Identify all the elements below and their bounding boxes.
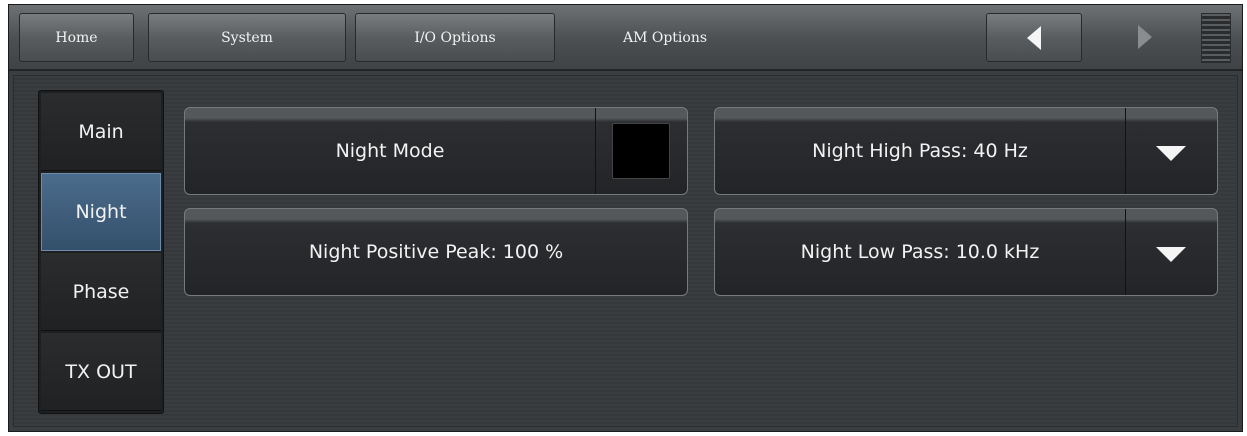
sidebar: Main Night Phase TX OUT <box>38 90 164 414</box>
sidebar-item-night[interactable]: Night <box>41 173 161 251</box>
night-low-pass-dropdown[interactable]: Night Low Pass: 10.0 kHz <box>714 208 1218 296</box>
sidebar-item-main[interactable]: Main <box>41 93 161 171</box>
sidebar-item-tx-out[interactable]: TX OUT <box>41 333 161 411</box>
divider <box>595 108 596 194</box>
tab-home[interactable]: Home <box>19 13 134 62</box>
night-mode-toggle[interactable]: Night Mode <box>184 107 688 195</box>
night-low-pass-label: Night Low Pass: 10.0 kHz <box>800 241 1040 263</box>
divider <box>1125 108 1126 194</box>
chevron-down-icon[interactable] <box>1156 146 1186 161</box>
night-mode-checkbox[interactable] <box>612 123 670 179</box>
chevron-down-icon[interactable] <box>1156 247 1186 262</box>
menu-icon[interactable] <box>1201 13 1231 63</box>
tab-am-options[interactable]: AM Options <box>565 13 765 62</box>
tab-system[interactable]: System <box>148 13 346 62</box>
night-positive-peak-control[interactable]: Night Positive Peak: 100 % <box>184 208 688 296</box>
arrow-right-icon <box>1138 25 1152 49</box>
forward-button[interactable] <box>1097 13 1193 62</box>
app-frame: Home System I/O Options AM Options Main … <box>8 4 1243 432</box>
sidebar-item-phase[interactable]: Phase <box>41 253 161 331</box>
content-panel: Main Night Phase TX OUT Night Mode Night… <box>13 75 1238 427</box>
top-navigation-bar: Home System I/O Options AM Options <box>9 5 1242 71</box>
night-positive-peak-label: Night Positive Peak: 100 % <box>308 241 564 263</box>
back-button[interactable] <box>986 13 1082 62</box>
tab-io-options[interactable]: I/O Options <box>355 13 555 62</box>
divider <box>1125 209 1126 295</box>
night-high-pass-dropdown[interactable]: Night High Pass: 40 Hz <box>714 107 1218 195</box>
night-high-pass-label: Night High Pass: 40 Hz <box>812 140 1028 162</box>
arrow-left-icon <box>1027 26 1041 50</box>
